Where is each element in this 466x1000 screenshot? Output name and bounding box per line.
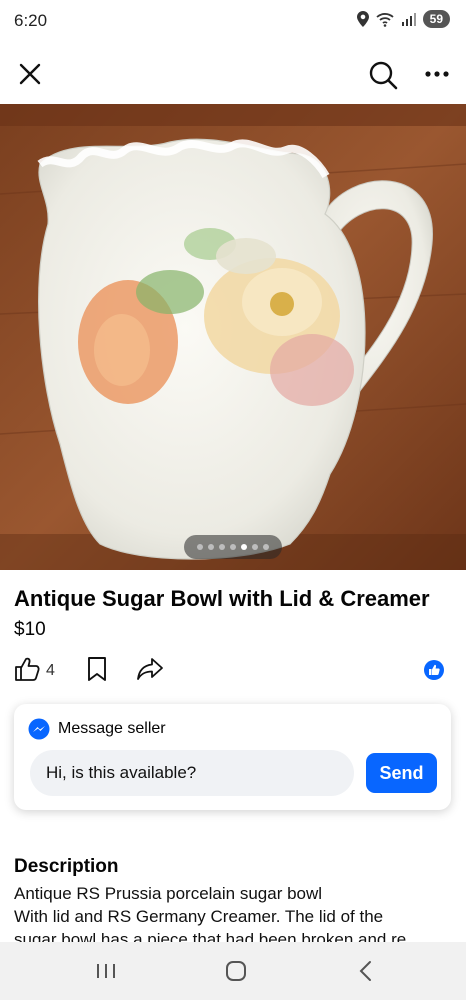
message-header: Message seller — [28, 718, 166, 740]
home-icon — [226, 961, 246, 981]
description-line: With lid and RS Germany Creamer. The lid… — [14, 907, 384, 926]
close-icon — [19, 63, 41, 85]
close-button[interactable] — [12, 56, 48, 92]
bookmark-icon — [88, 657, 106, 681]
thumbs-up-icon — [15, 657, 40, 681]
photo-dot[interactable] — [230, 544, 236, 550]
like-button[interactable] — [14, 656, 40, 687]
location-icon — [356, 11, 369, 27]
status-bar: 6:20 59 — [0, 0, 466, 44]
photo-pager[interactable] — [184, 535, 282, 559]
recent-apps-button[interactable] — [86, 956, 126, 986]
listing-title: Antique Sugar Bowl with Lid & Creamer — [14, 586, 430, 611]
save-button[interactable] — [86, 656, 108, 687]
description-heading: Description — [14, 856, 119, 877]
photo-dot[interactable] — [219, 544, 225, 550]
send-button[interactable]: Send — [366, 753, 437, 793]
description-text: Antique RS Prussia porcelain sugar bowl … — [14, 882, 454, 951]
photo-dot[interactable] — [197, 544, 203, 550]
message-input[interactable] — [30, 750, 354, 796]
status-time: 6:20 — [14, 11, 48, 30]
search-button[interactable] — [364, 56, 402, 94]
listing-price: $10 — [14, 619, 46, 640]
product-photo[interactable] — [0, 104, 466, 570]
status-icons: 59 — [356, 10, 450, 28]
home-button[interactable] — [216, 956, 256, 986]
more-button[interactable] — [420, 56, 454, 92]
search-icon — [369, 61, 398, 90]
recent-apps-icon — [97, 964, 115, 978]
back-button[interactable] — [346, 956, 386, 986]
action-row: 4 — [14, 654, 454, 688]
like-count: 4 — [46, 662, 55, 679]
top-bar — [0, 44, 466, 104]
share-icon — [137, 658, 163, 680]
description-line: Antique RS Prussia porcelain sugar bowl — [14, 884, 323, 903]
message-header-label: Message seller — [58, 720, 166, 737]
signal-icon — [401, 13, 416, 26]
product-image — [0, 104, 466, 570]
messenger-icon — [28, 718, 50, 740]
battery-icon: 59 — [422, 10, 450, 28]
share-button[interactable] — [136, 656, 164, 687]
wifi-icon — [376, 13, 394, 27]
like-reaction-badge — [424, 660, 444, 685]
photo-dot[interactable] — [263, 544, 269, 550]
photo-dot[interactable] — [241, 544, 247, 550]
system-nav-bar — [0, 942, 466, 1000]
message-seller-card: Message seller Send — [14, 704, 451, 810]
like-badge-icon — [424, 660, 444, 680]
back-icon — [359, 961, 371, 981]
photo-dot[interactable] — [252, 544, 258, 550]
more-icon — [425, 71, 449, 77]
photo-dot[interactable] — [208, 544, 214, 550]
